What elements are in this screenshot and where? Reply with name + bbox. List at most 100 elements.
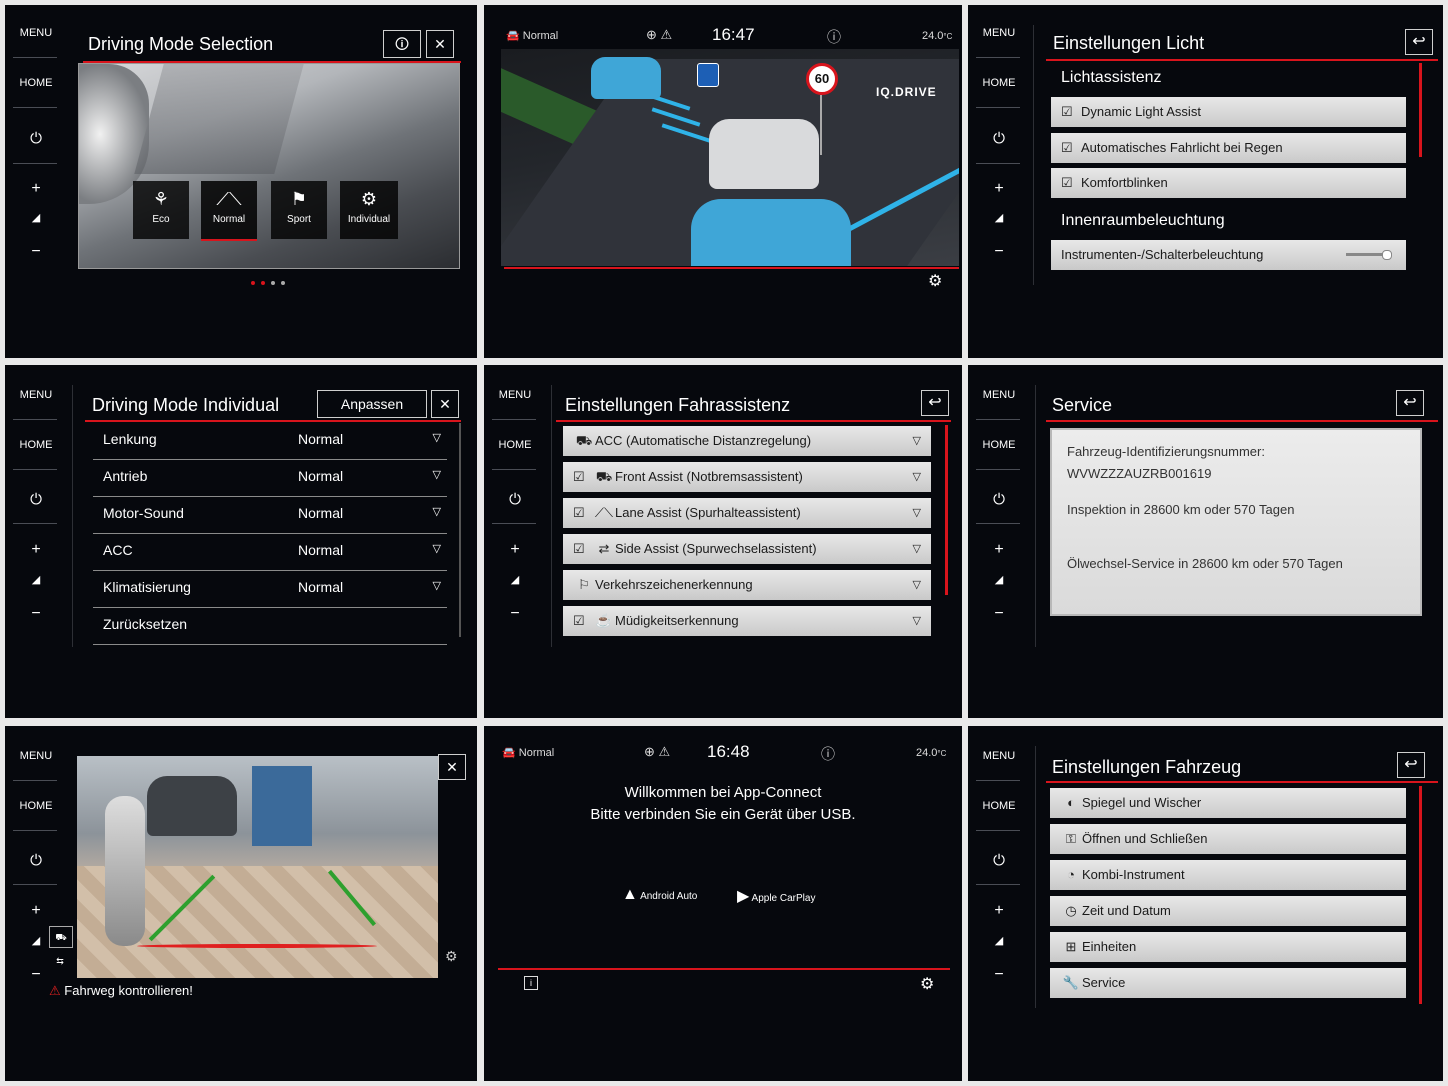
chevron-down-icon[interactable]: ▽ [433,542,441,555]
volume-down-button[interactable]: − [976,966,1022,984]
menu-button[interactable]: MENU [13,389,59,401]
row-antrieb[interactable]: Antrieb Normal ▽ [93,460,447,497]
option-acc[interactable]: ⛟ ACC (Automatische Distanzregelung) ▽ [563,426,931,456]
back-button[interactable]: ↩ [1396,390,1424,416]
chevron-down-icon[interactable]: ▽ [913,498,921,528]
back-button[interactable]: ↩ [1397,752,1425,778]
row-zuruecksetzen[interactable]: Zurücksetzen [93,608,447,645]
checkbox-checked-icon[interactable]: ☑ [1061,97,1081,127]
row-motor-sound[interactable]: Motor-Sound Normal ▽ [93,497,447,534]
mode-eco[interactable]: ⚘ Eco [133,181,189,239]
option-muedigkeit[interactable]: ☑ ☕ Müdigkeitserkennung ▽ [563,606,931,636]
info-icon[interactable]: ⓘ [821,744,835,764]
menu-oeffnen-schliessen[interactable]: ⚿ Öffnen und Schließen [1050,824,1406,854]
volume-up-button[interactable]: + [13,541,59,559]
volume-down-button[interactable]: − [13,243,59,261]
volume-down-button[interactable]: − [976,605,1022,623]
close-button[interactable]: ✕ [431,390,459,418]
row-klimatisierung[interactable]: Klimatisierung Normal ▽ [93,571,447,608]
menu-button[interactable]: MENU [13,750,59,762]
power-icon[interactable]: ⏻ [976,491,1022,508]
slider-instrumentenbeleuchtung[interactable]: Instrumenten-/Schalterbeleuchtung [1051,240,1406,270]
settings-icon[interactable]: ⚙ [920,974,934,994]
slider-thumb[interactable] [1382,250,1392,260]
menu-spiegel-wischer[interactable]: ◐ Spiegel und Wischer [1050,788,1406,818]
park-view-icon[interactable]: ⛟ [49,926,73,948]
checkbox-checked-icon[interactable]: ☑ [573,498,593,528]
menu-button[interactable]: MENU [13,27,59,39]
menu-zeit-datum[interactable]: ◷ Zeit und Datum [1050,896,1406,926]
checkbox-checked-icon[interactable]: ☑ [1061,133,1081,163]
volume-up-button[interactable]: + [13,180,59,198]
android-auto-button[interactable]: ▲ Android Auto [622,886,697,904]
anpassen-button[interactable]: Anpassen [317,390,427,418]
home-button[interactable]: HOME [492,439,538,451]
checkbox-checked-icon[interactable]: ☑ [1061,168,1081,198]
info-button[interactable]: 🛈 [383,30,421,58]
cross-traffic-icon[interactable]: ⇆ [49,952,71,970]
mode-individual[interactable]: ⚙ Individual [340,181,398,239]
row-acc[interactable]: ACC Normal ▽ [93,534,447,571]
menu-button[interactable]: MENU [492,389,538,401]
menu-button[interactable]: MENU [976,27,1022,39]
power-icon[interactable]: ⏻ [13,852,59,869]
power-icon[interactable]: ⏻ [13,130,59,147]
volume-up-button[interactable]: + [976,180,1022,198]
volume-down-button[interactable]: − [13,605,59,623]
mode-sport[interactable]: ⚑ Sport [271,181,327,239]
home-button[interactable]: HOME [976,800,1022,812]
camera-settings-icon[interactable]: ⚙ [445,948,458,965]
checkbox-checked-icon[interactable]: ☑ [573,606,593,636]
option-side-assist[interactable]: ☑ ⇄ Side Assist (Spurwechselassistent) ▽ [563,534,931,564]
menu-einheiten[interactable]: ⊞ Einheiten [1050,932,1406,962]
option-front-assist[interactable]: ☑ ⛟ Front Assist (Notbremsassistent) ▽ [563,462,931,492]
volume-up-button[interactable]: + [976,902,1022,920]
side-menu: MENU HOME ⏻ + ◢ − [968,5,1030,358]
mode-normal[interactable]: ⟋⟍ Normal [201,181,257,241]
option-dynamic-light-assist[interactable]: ☑ Dynamic Light Assist [1051,97,1406,127]
power-icon[interactable]: ⏻ [13,491,59,508]
menu-button[interactable]: MENU [976,750,1022,762]
volume-down-button[interactable]: − [976,243,1022,261]
chevron-down-icon[interactable]: ▽ [433,468,441,481]
power-icon[interactable]: ⏻ [976,130,1022,147]
volume-icon: ◢ [994,212,1004,224]
option-lane-assist[interactable]: ☑ ⟋⟍ Lane Assist (Spurhalteassistent) ▽ [563,498,931,528]
home-button[interactable]: HOME [976,77,1022,89]
volume-down-button[interactable]: − [492,605,538,623]
chevron-down-icon[interactable]: ▽ [433,431,441,444]
settings-icon[interactable]: ⚙ [928,271,942,291]
chevron-down-icon[interactable]: ▽ [913,606,921,636]
info-icon[interactable]: ⓘ [827,27,841,47]
home-button[interactable]: HOME [13,77,59,89]
back-button[interactable]: ↩ [1405,29,1433,55]
chevron-down-icon[interactable]: ▽ [913,462,921,492]
apple-carplay-button[interactable]: ▶ Apple CarPlay [737,886,815,906]
power-icon[interactable]: ⏻ [492,491,538,508]
chevron-down-icon[interactable]: ▽ [913,534,921,564]
chevron-down-icon[interactable]: ▽ [913,426,921,456]
chevron-down-icon[interactable]: ▽ [433,505,441,518]
volume-up-button[interactable]: + [13,902,59,920]
row-lenkung[interactable]: Lenkung Normal ▽ [93,423,447,460]
menu-service[interactable]: 🔧 Service [1050,968,1406,998]
info-icon[interactable]: i [524,976,538,990]
option-fahrlicht-regen[interactable]: ☑ Automatisches Fahrlicht bei Regen [1051,133,1406,163]
home-button[interactable]: HOME [13,800,59,812]
home-button[interactable]: HOME [976,439,1022,451]
chevron-down-icon[interactable]: ▽ [433,579,441,592]
close-button[interactable]: ✕ [426,30,454,58]
back-button[interactable]: ↩ [921,390,949,416]
volume-up-button[interactable]: + [492,541,538,559]
option-verkehrszeichen[interactable]: ⚐ Verkehrszeichenerkennung ▽ [563,570,931,600]
chevron-down-icon[interactable]: ▽ [913,570,921,600]
option-komfortblinken[interactable]: ☑ Komfortblinken [1051,168,1406,198]
close-button[interactable]: ✕ [438,754,466,780]
home-button[interactable]: HOME [13,439,59,451]
checkbox-checked-icon[interactable]: ☑ [573,462,593,492]
menu-button[interactable]: MENU [976,389,1022,401]
checkbox-checked-icon[interactable]: ☑ [573,534,593,564]
power-icon[interactable]: ⏻ [976,852,1022,869]
menu-kombi-instrument[interactable]: ◔ Kombi-Instrument [1050,860,1406,890]
volume-up-button[interactable]: + [976,541,1022,559]
